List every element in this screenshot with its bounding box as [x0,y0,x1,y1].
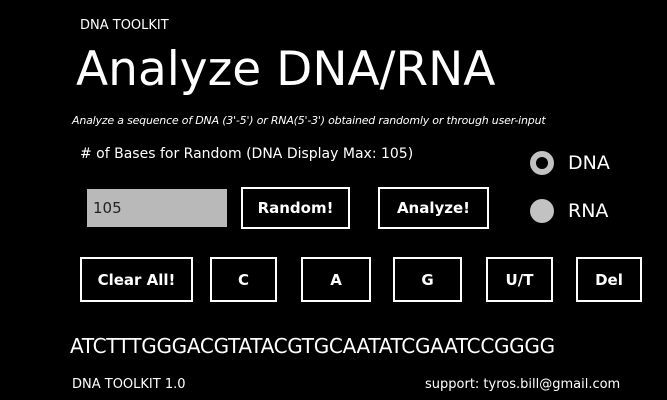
app-name: DNA TOOLKIT [80,18,169,33]
delete-button[interactable]: Del [576,257,642,302]
base-c-button[interactable]: C [210,257,277,302]
base-ut-button[interactable]: U/T [486,257,553,302]
radio-dna[interactable]: DNA [530,151,610,175]
analyze-button[interactable]: Analyze! [378,187,489,229]
base-g-button[interactable]: G [393,257,462,302]
page-subtitle: Analyze a sequence of DNA (3'-5') or RNA… [72,114,546,127]
radio-rna-label: RNA [568,200,609,222]
page-title: Analyze DNA/RNA [76,42,496,97]
bases-count-label: # of Bases for Random (DNA Display Max: … [80,146,414,162]
bases-count-input[interactable] [87,189,227,227]
radio-dna-label: DNA [568,152,610,174]
base-a-button[interactable]: A [301,257,371,302]
version-label: DNA TOOLKIT 1.0 [72,377,186,392]
radio-rna[interactable]: RNA [530,199,608,223]
radio-checked-icon[interactable] [530,151,554,175]
sequence-display: ATCTTTGGGACGTATACGTGCAATATCGAATCCGGGG [70,334,555,358]
radio-unchecked-icon[interactable] [530,199,554,223]
random-button[interactable]: Random! [241,187,350,229]
support-email: support: tyros.bill@gmail.com [425,377,621,392]
clear-all-button[interactable]: Clear All! [80,257,193,302]
